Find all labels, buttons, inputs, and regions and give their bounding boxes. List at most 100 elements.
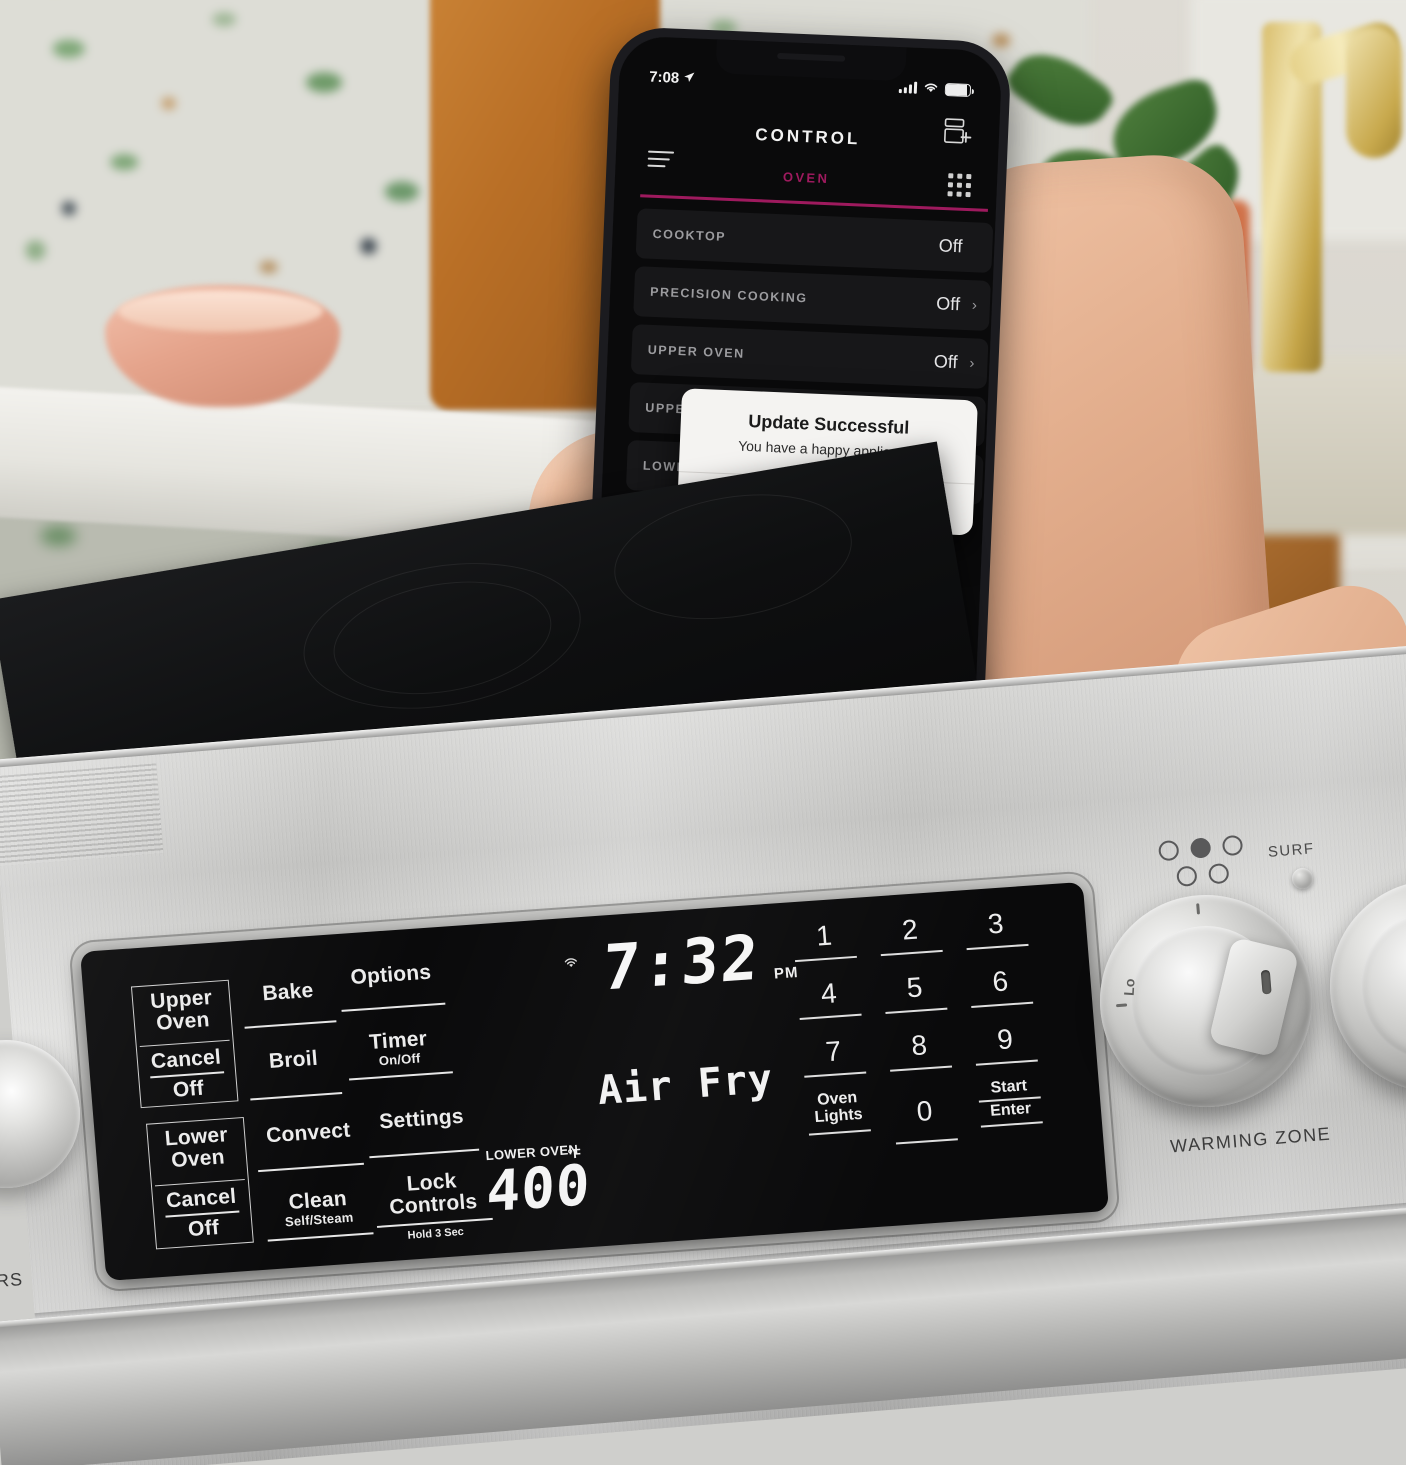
burner-dot-bottom-right bbox=[1207, 862, 1230, 885]
key-5[interactable]: 5 bbox=[870, 969, 959, 1015]
list-item-value: Off bbox=[938, 235, 963, 257]
clean-underline bbox=[267, 1232, 374, 1242]
key-3[interactable]: 3 bbox=[952, 905, 1041, 951]
key-7[interactable]: 7 bbox=[789, 1033, 878, 1079]
key-2[interactable]: 2 bbox=[866, 911, 955, 957]
display-degree-unit: °F bbox=[567, 1145, 582, 1162]
lower-cancel-label: Cancel bbox=[165, 1184, 238, 1213]
key-6[interactable]: 6 bbox=[956, 963, 1045, 1009]
key-2-label: 2 bbox=[900, 913, 919, 946]
convect-label: Convect bbox=[265, 1118, 352, 1148]
key-3-label: 3 bbox=[986, 907, 1005, 940]
burner-indicator-diagram bbox=[1157, 834, 1246, 896]
options-label: Options bbox=[349, 960, 433, 990]
upper-cancel-off-button[interactable]: Cancel Off bbox=[136, 1045, 238, 1103]
list-item[interactable]: UPPER OVEN Off › bbox=[630, 324, 989, 389]
add-device-icon[interactable] bbox=[941, 117, 974, 148]
vent-grille bbox=[0, 763, 164, 867]
key-0-label: 0 bbox=[915, 1094, 934, 1127]
lower-oven-button[interactable]: Lower Oven bbox=[146, 1123, 247, 1173]
knob-inner-dial bbox=[1355, 905, 1406, 1067]
key-1-label: 1 bbox=[815, 919, 834, 952]
chevron-right-icon: › bbox=[971, 296, 978, 314]
settings-button[interactable]: Settings bbox=[366, 1104, 480, 1159]
list-item[interactable]: PRECISION COOKING Off › bbox=[633, 266, 991, 331]
key-1-underline bbox=[794, 955, 857, 963]
upper-oven-line2: Oven bbox=[155, 1007, 211, 1035]
convect-underline bbox=[258, 1162, 364, 1172]
key-3-underline bbox=[966, 943, 1029, 951]
upper-oven-button[interactable]: Upper Oven bbox=[131, 986, 232, 1036]
bake-underline bbox=[244, 1020, 337, 1029]
lower-cancel-off-button[interactable]: Cancel Off bbox=[151, 1185, 253, 1243]
key-4[interactable]: 4 bbox=[785, 975, 874, 1021]
keypad-row: Oven Lights 0 Start Enter bbox=[794, 1076, 1058, 1151]
keypad-row: 7 8 9 bbox=[789, 1021, 1052, 1079]
key-8[interactable]: 8 bbox=[875, 1027, 964, 1073]
list-item-label: PRECISION COOKING bbox=[649, 284, 808, 306]
oven-lights-underline bbox=[808, 1128, 871, 1136]
options-underline bbox=[341, 1002, 446, 1012]
key-4-label: 4 bbox=[819, 977, 838, 1010]
oven-control-panel: Upper Oven Cancel Off Bake Options Broil… bbox=[80, 881, 1110, 1281]
keypad-row: 1 2 3 bbox=[780, 905, 1043, 963]
bake-button[interactable]: Bake bbox=[241, 978, 337, 1029]
clean-button[interactable]: Clean Self/Steam bbox=[264, 1186, 374, 1242]
oven-lights-button[interactable]: Oven Lights bbox=[794, 1089, 884, 1152]
key-7-label: 7 bbox=[824, 1035, 843, 1068]
key-8-label: 8 bbox=[910, 1029, 929, 1062]
wifi-icon bbox=[923, 80, 940, 98]
list-item-value: Off bbox=[933, 351, 958, 373]
start-enter-button[interactable]: Start Enter bbox=[965, 1077, 1055, 1140]
key-9[interactable]: 9 bbox=[961, 1021, 1050, 1067]
key-7-underline bbox=[804, 1071, 867, 1078]
knob-lo-label: Lo bbox=[1120, 978, 1138, 997]
lock-line2: Controls bbox=[388, 1189, 479, 1219]
tab-oven[interactable]: OVEN bbox=[783, 169, 830, 186]
burner-dot-bottom-left bbox=[1176, 865, 1198, 888]
oven-lights-line2: Lights bbox=[813, 1105, 864, 1126]
settings-label: Settings bbox=[378, 1104, 465, 1134]
screenshot-root: 7:08 CONTROL OVEN COOKTOP Off PRECISION … bbox=[0, 0, 1406, 1465]
display-temperature: 400 bbox=[485, 1152, 592, 1226]
earpiece-speaker bbox=[777, 52, 846, 62]
key-0[interactable]: 0 bbox=[880, 1083, 970, 1146]
timer-button[interactable]: Timer On/Off bbox=[345, 1026, 453, 1081]
broil-underline bbox=[250, 1091, 343, 1101]
burner-dot-right bbox=[1221, 834, 1244, 857]
broil-button[interactable]: Broil bbox=[247, 1046, 343, 1101]
convect-button[interactable]: Convect bbox=[255, 1119, 364, 1172]
key-6-label: 6 bbox=[991, 965, 1010, 998]
key-5-label: 5 bbox=[905, 971, 924, 1004]
list-item-label: UPPER OVEN bbox=[647, 342, 745, 361]
cellular-signal-icon bbox=[898, 81, 918, 94]
status-time: 7:08 bbox=[648, 68, 680, 87]
start-enter-underline bbox=[980, 1120, 1043, 1128]
key-2-underline bbox=[880, 949, 943, 957]
burner-ring bbox=[604, 477, 862, 636]
lock-hold-sublabel: Hold 3 Sec bbox=[407, 1225, 465, 1242]
list-item[interactable]: COOKTOP Off bbox=[635, 208, 994, 274]
key-4-underline bbox=[799, 1013, 862, 1020]
broil-label: Broil bbox=[268, 1046, 319, 1074]
timer-underline bbox=[349, 1071, 453, 1081]
key-1[interactable]: 1 bbox=[780, 917, 869, 963]
key-5-underline bbox=[885, 1007, 948, 1014]
key-0-underline bbox=[895, 1138, 958, 1145]
tab-active-underline bbox=[640, 194, 988, 212]
bake-label: Bake bbox=[261, 978, 315, 1006]
key-6-underline bbox=[971, 1001, 1034, 1008]
lock-controls-button[interactable]: Lock Controls Hold 3 Sec bbox=[373, 1168, 494, 1244]
lower-oven-line2: Oven bbox=[170, 1145, 226, 1172]
faucet-handle bbox=[1346, 28, 1402, 158]
battery-icon bbox=[944, 82, 972, 97]
key-8-underline bbox=[890, 1065, 953, 1072]
enter-label: Enter bbox=[989, 1099, 1032, 1120]
options-button[interactable]: Options bbox=[338, 960, 446, 1012]
numeric-keypad: 1 2 3 4 5 6 7 8 9 Oven Lights 0 Start En… bbox=[780, 905, 1058, 1151]
location-arrow-icon bbox=[683, 69, 696, 86]
burner-dot-left bbox=[1157, 839, 1180, 862]
knob-tick-left bbox=[1115, 1003, 1128, 1008]
burners-label: RS bbox=[0, 1268, 24, 1292]
sink-counter bbox=[1240, 355, 1406, 535]
